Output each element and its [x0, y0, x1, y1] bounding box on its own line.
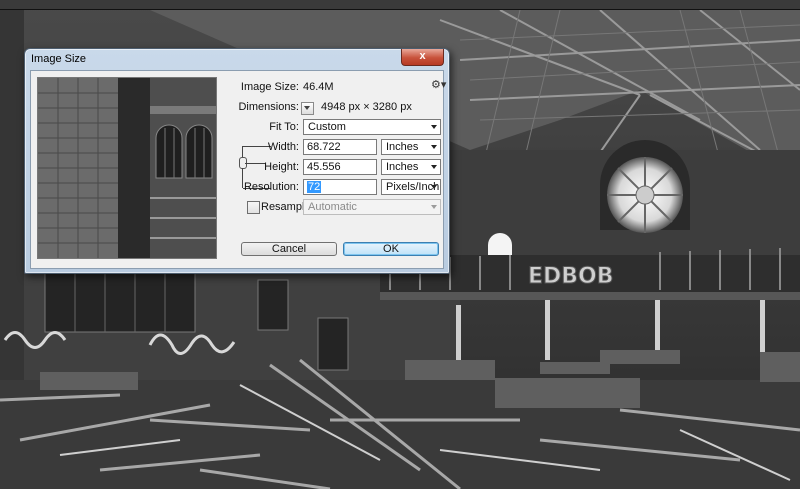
resolution-value: 72 [307, 181, 322, 193]
chevron-down-icon [431, 125, 437, 129]
app-top-bar [0, 0, 800, 10]
graffiti-sign: EDBOB [528, 264, 614, 289]
dialog-title: Image Size [31, 53, 87, 65]
height-value: 45.556 [307, 161, 341, 173]
image-size-value: 46.4M [303, 81, 334, 93]
ok-button[interactable]: OK [343, 242, 439, 256]
width-unit-select[interactable]: Inches [381, 139, 441, 155]
resample-label: Resample: [261, 201, 314, 213]
image-size-dialog: Image Size x Image Size: 46.4M ⚙▾ Dimens… [24, 48, 450, 274]
width-label: Width: [267, 141, 299, 153]
fit-to-select[interactable]: Custom [303, 119, 441, 135]
image-preview[interactable] [37, 77, 217, 259]
dialog-body: Image Size: 46.4M ⚙▾ Dimensions: 4948 px… [30, 70, 446, 269]
dimensions-label: Dimensions: [238, 101, 299, 113]
height-unit-value: Inches [386, 161, 419, 173]
resample-checkbox[interactable] [247, 201, 260, 214]
chevron-down-icon [431, 165, 437, 169]
height-unit-select[interactable]: Inches [381, 159, 441, 175]
dimensions-units-button[interactable] [301, 102, 314, 115]
resolution-unit-select[interactable]: Pixels/Inch [381, 179, 441, 195]
dimensions-value: 4948 px × 3280 px [321, 101, 412, 113]
gear-icon[interactable]: ⚙▾ [431, 78, 446, 91]
width-input[interactable]: 68.722 [303, 139, 377, 155]
height-label: Height: [264, 161, 299, 173]
image-size-label: Image Size: [240, 81, 299, 93]
resample-method-select: Automatic [303, 199, 441, 215]
fit-to-label: Fit To: [269, 121, 299, 133]
resolution-label: Resolution: [243, 181, 299, 193]
chevron-down-icon [431, 145, 437, 149]
width-unit-value: Inches [386, 141, 419, 153]
chevron-down-icon [431, 185, 437, 189]
cancel-button[interactable]: Cancel [241, 242, 337, 256]
dialog-titlebar[interactable]: Image Size x [25, 49, 449, 69]
close-icon: x [419, 50, 426, 62]
fit-to-value: Custom [308, 121, 346, 133]
resample-method-value: Automatic [308, 201, 357, 213]
preview-image [38, 78, 216, 258]
cancel-button-label: Cancel [271, 243, 307, 255]
width-value: 68.722 [307, 141, 341, 153]
height-input[interactable]: 45.556 [303, 159, 377, 175]
close-button[interactable]: x [401, 49, 444, 66]
resolution-input[interactable]: 72 [303, 179, 377, 195]
chevron-down-icon [431, 205, 437, 209]
ok-button-label: OK [383, 243, 399, 255]
